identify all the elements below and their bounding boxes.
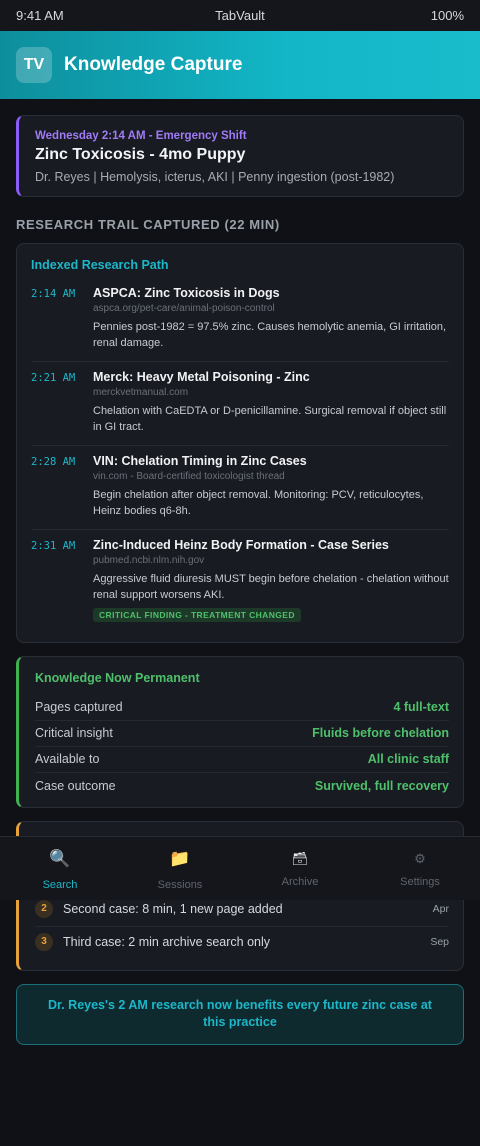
- tab-label: Sessions: [157, 879, 203, 891]
- trail-url: aspca.org/pet-care/animal-poison-control: [93, 303, 275, 314]
- row-label: Pages captured: [35, 700, 123, 714]
- trail-url: pubmed.ncbi.nlm.nih.gov: [93, 554, 205, 566]
- trail-note: Aggressive fluid diuresis MUST begin bef…: [93, 572, 449, 601]
- app-logo: TV: [16, 47, 52, 83]
- trail-url: vin.com - Board-certified toxicologist t…: [93, 470, 285, 482]
- tab-search[interactable]: 🔍 Search: [0, 837, 120, 900]
- app-header: TV Knowledge Capture: [0, 31, 480, 99]
- row-value: All clinic staff: [367, 752, 449, 766]
- case-shift: Wednesday 2:14 AM - Emergency Shift: [35, 130, 247, 142]
- trail-title: Merck: Heavy Metal Poisoning - Zinc: [93, 369, 310, 384]
- magnifier-icon: 🔍: [49, 849, 71, 868]
- case-details: Dr. Reyes | Hemolysis, icterus, AKI | Pe…: [35, 170, 395, 184]
- trail-url: merckvetmanual.com: [93, 386, 189, 398]
- permanent-row: Pages captured 4 full-text: [35, 695, 449, 721]
- trail-note: Pennies post-1982 = 97.5% zinc. Causes h…: [93, 321, 447, 349]
- row-label: Available to: [35, 752, 100, 766]
- trail-title: ASPCA: Zinc Toxicosis in Dogs: [93, 286, 280, 300]
- research-section-title: RESEARCH TRAIL CAPTURED (22 MIN): [16, 217, 280, 232]
- bottom-tab-bar: 🔍 Search 📁 Sessions 🗃 Archive ⚙ Settings: [0, 836, 480, 900]
- tab-sessions[interactable]: 📁 Sessions: [120, 837, 240, 900]
- row-label: Case outcome: [35, 778, 116, 793]
- critical-finding-badge: CRITICAL FINDING - TREATMENT CHANGED: [93, 607, 301, 622]
- timeline-text: Third case: 2 min archive search only: [63, 934, 271, 949]
- timeline-date: Sep: [430, 935, 449, 948]
- status-app-name: TabVault: [215, 8, 265, 23]
- row-value: Fluids before chelation: [312, 726, 449, 740]
- timeline-row[interactable]: 3 Third case: 2 min archive search only …: [35, 932, 449, 951]
- timeline-date: Apr: [432, 902, 449, 915]
- trail-time: 2:14 AM: [31, 288, 76, 300]
- row-value: Survived, full recovery: [314, 778, 449, 793]
- gear-icon: ⚙: [414, 851, 426, 866]
- tab-archive[interactable]: 🗃 Archive: [240, 837, 360, 900]
- permanent-row: Available to All clinic staff: [35, 747, 449, 773]
- card-box-icon: 🗃: [291, 851, 309, 866]
- row-label: Critical insight: [35, 726, 113, 740]
- trail-note: Begin chelation after object removal. Mo…: [93, 488, 424, 517]
- trail-item[interactable]: 2:21 AM Merck: Heavy Metal Poisoning - Z…: [31, 370, 449, 446]
- permanent-heading: Knowledge Now Permanent: [35, 670, 200, 685]
- trail-time: 2:31 AM: [31, 539, 76, 552]
- research-trail-card: Indexed Research Path 2:14 AM ASPCA: Zin…: [16, 243, 464, 643]
- case-card[interactable]: Wednesday 2:14 AM - Emergency Shift Zinc…: [16, 115, 464, 197]
- tab-label: Search: [42, 879, 78, 891]
- case-title: Zinc Toxicosis - 4mo Puppy: [35, 146, 246, 163]
- trail-item[interactable]: 2:14 AM ASPCA: Zinc Toxicosis in Dogs as…: [31, 286, 449, 362]
- trail-heading: Indexed Research Path: [31, 258, 169, 272]
- impact-banner: Dr. Reyes's 2 AM research now benefits e…: [16, 983, 464, 1045]
- trail-note: Chelation with CaEDTA or D-penicillamine…: [93, 404, 447, 433]
- timeline-step-number: 2: [35, 899, 53, 918]
- status-bar: 9:41 AM TabVault 100%: [0, 0, 480, 31]
- trail-title: Zinc-Induced Heinz Body Formation - Case…: [93, 537, 389, 552]
- trail-title: VIN: Chelation Timing in Zinc Cases: [93, 453, 307, 468]
- tab-label: Archive: [281, 876, 319, 888]
- permanent-row: Critical insight Fluids before chelation: [35, 721, 449, 747]
- folder-icon: 📁: [169, 849, 191, 868]
- main-content: Wednesday 2:14 AM - Emergency Shift Zinc…: [0, 99, 480, 1045]
- row-value: 4 full-text: [393, 700, 449, 714]
- permanent-row: Case outcome Survived, full recovery: [35, 773, 449, 799]
- status-battery: 100%: [430, 8, 464, 23]
- tab-settings[interactable]: ⚙ Settings: [360, 837, 480, 900]
- page-title: Knowledge Capture: [64, 54, 243, 75]
- timeline-row[interactable]: 2 Second case: 8 min, 1 new page added A…: [35, 899, 449, 927]
- trail-time: 2:28 AM: [31, 455, 76, 468]
- trail-item[interactable]: 2:28 AM VIN: Chelation Timing in Zinc Ca…: [31, 454, 449, 530]
- timeline-text: Second case: 8 min, 1 new page added: [63, 901, 283, 916]
- status-time: 9:41 AM: [16, 8, 64, 23]
- trail-item[interactable]: 2:31 AM Zinc-Induced Heinz Body Formatio…: [31, 538, 449, 632]
- tab-label: Settings: [400, 876, 440, 888]
- timeline-step-number: 3: [35, 932, 53, 951]
- knowledge-permanent-card: Knowledge Now Permanent Pages captured 4…: [16, 655, 464, 808]
- trail-time: 2:21 AM: [31, 371, 76, 384]
